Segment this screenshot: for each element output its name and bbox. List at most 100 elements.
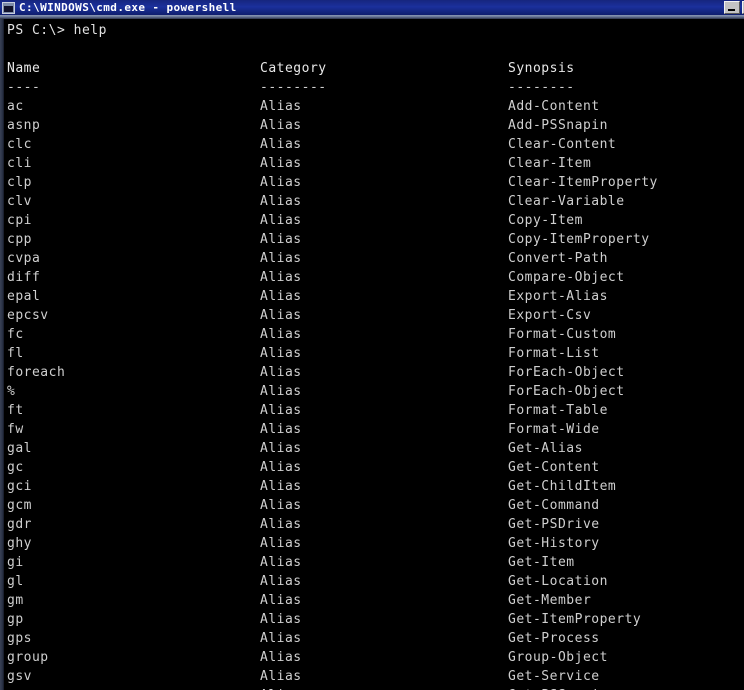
- rule-synopsis: --------: [508, 80, 575, 95]
- cell-category: Alias: [260, 498, 302, 513]
- cell-category: Alias: [260, 365, 302, 380]
- table-row: ft Alias Format-Table: [4, 401, 744, 420]
- cell-synopsis: Clear-ItemProperty: [508, 175, 658, 190]
- cell-synopsis: ForEach-Object: [508, 365, 625, 380]
- cell-name: gcm: [7, 498, 32, 513]
- cell-name: gp: [7, 612, 24, 627]
- cell-category: Alias: [260, 403, 302, 418]
- cell-category: Alias: [260, 460, 302, 475]
- cell-synopsis: Format-List: [508, 346, 600, 361]
- table-row: cli Alias Clear-Item: [4, 154, 744, 173]
- table-row: % Alias ForEach-Object: [4, 382, 744, 401]
- cell-category: Alias: [260, 270, 302, 285]
- window-controls: [724, 1, 744, 14]
- cell-synopsis: Copy-Item: [508, 213, 583, 228]
- cell-category: Alias: [260, 441, 302, 456]
- table-row: ac Alias Add-Content: [4, 97, 744, 116]
- cell-synopsis: Get-Content: [508, 460, 600, 475]
- cell-synopsis: Get-Member: [508, 593, 592, 608]
- rule-category: --------: [260, 80, 327, 95]
- cell-synopsis: Format-Wide: [508, 422, 600, 437]
- cell-category: Alias: [260, 631, 302, 646]
- cell-synopsis: Format-Custom: [508, 327, 617, 342]
- cell-category: Alias: [260, 156, 302, 171]
- table-row: gps Alias Get-Process: [4, 629, 744, 648]
- cell-name: cpi: [7, 213, 32, 228]
- cell-category: Alias: [260, 536, 302, 551]
- cell-category: Alias: [260, 686, 302, 690]
- cell-synopsis: Add-PSSnapin: [508, 118, 608, 133]
- table-row: clp Alias Clear-ItemProperty: [4, 173, 744, 192]
- table-row: gi Alias Get-Item: [4, 553, 744, 572]
- table-row: gc Alias Get-Content: [4, 458, 744, 477]
- cell-name: gm: [7, 593, 24, 608]
- cell-synopsis: Get-Location: [508, 574, 608, 589]
- table-row: gl Alias Get-Location: [4, 572, 744, 591]
- cell-name: clc: [7, 137, 32, 152]
- cell-name: cpp: [7, 232, 32, 247]
- cell-synopsis: Clear-Content: [508, 137, 617, 152]
- cell-name: gci: [7, 479, 32, 494]
- table-row: epcsv Alias Export-Csv: [4, 306, 744, 325]
- cell-category: Alias: [260, 175, 302, 190]
- cell-synopsis: Get-History: [508, 536, 600, 551]
- cell-synopsis: Get-PSSnapin: [508, 686, 608, 690]
- prompt-line: PS C:\> help: [7, 23, 107, 38]
- cell-synopsis: Clear-Variable: [508, 194, 625, 209]
- table-row: gci Alias Get-ChildItem: [4, 477, 744, 496]
- cell-synopsis: Get-Command: [508, 498, 600, 513]
- cell-synopsis: Clear-Item: [508, 156, 592, 171]
- cell-name: cvpa: [7, 251, 41, 266]
- table-row: gsnp Alias Get-PSSnapin: [4, 686, 744, 690]
- table-row: gdr Alias Get-PSDrive: [4, 515, 744, 534]
- minimize-button[interactable]: [724, 1, 740, 14]
- table-row: clv Alias Clear-Variable: [4, 192, 744, 211]
- table-header-row: Name Category Synopsis: [4, 59, 744, 78]
- cell-name: fc: [7, 327, 24, 342]
- cell-category: Alias: [260, 137, 302, 152]
- cell-category: Alias: [260, 251, 302, 266]
- column-header-synopsis: Synopsis: [508, 61, 575, 76]
- cell-category: Alias: [260, 422, 302, 437]
- table-row: foreach Alias ForEach-Object: [4, 363, 744, 382]
- cell-name: gps: [7, 631, 32, 646]
- table-row: cpp Alias Copy-ItemProperty: [4, 230, 744, 249]
- table-row: gal Alias Get-Alias: [4, 439, 744, 458]
- cell-synopsis: Export-Csv: [508, 308, 592, 323]
- cell-synopsis: Get-ChildItem: [508, 479, 617, 494]
- table-row: diff Alias Compare-Object: [4, 268, 744, 287]
- cell-synopsis: Get-Service: [508, 669, 600, 684]
- cell-category: Alias: [260, 232, 302, 247]
- cell-synopsis: Compare-Object: [508, 270, 625, 285]
- cell-name: %: [7, 384, 16, 399]
- cell-name: group: [7, 650, 49, 665]
- cell-category: Alias: [260, 479, 302, 494]
- console-icon: [2, 1, 15, 14]
- table-row: gsv Alias Get-Service: [4, 667, 744, 686]
- cell-name: gl: [7, 574, 24, 589]
- cell-name: diff: [7, 270, 41, 285]
- cell-category: Alias: [260, 99, 302, 114]
- terminal-output-area[interactable]: PS C:\> help Name Category Synopsis ---- ---…: [4, 19, 744, 690]
- cell-synopsis: Export-Alias: [508, 289, 608, 304]
- cell-category: Alias: [260, 612, 302, 627]
- cell-synopsis: Get-PSDrive: [508, 517, 600, 532]
- cell-category: Alias: [260, 289, 302, 304]
- cell-synopsis: Get-Alias: [508, 441, 583, 456]
- table-row: clc Alias Clear-Content: [4, 135, 744, 154]
- table-row: epal Alias Export-Alias: [4, 287, 744, 306]
- cell-synopsis: Get-Process: [508, 631, 600, 646]
- cell-name: gsv: [7, 669, 32, 684]
- table-row: asnp Alias Add-PSSnapin: [4, 116, 744, 135]
- cell-name: ft: [7, 403, 24, 418]
- window-titlebar[interactable]: C:\WINDOWS\cmd.exe - powershell: [0, 0, 744, 15]
- cell-category: Alias: [260, 384, 302, 399]
- cell-name: clp: [7, 175, 32, 190]
- table-row: gcm Alias Get-Command: [4, 496, 744, 515]
- rule-name: ----: [7, 80, 41, 95]
- table-row: fl Alias Format-List: [4, 344, 744, 363]
- cell-synopsis: Get-Item: [508, 555, 575, 570]
- cell-category: Alias: [260, 517, 302, 532]
- cell-name: clv: [7, 194, 32, 209]
- cell-name: gal: [7, 441, 32, 456]
